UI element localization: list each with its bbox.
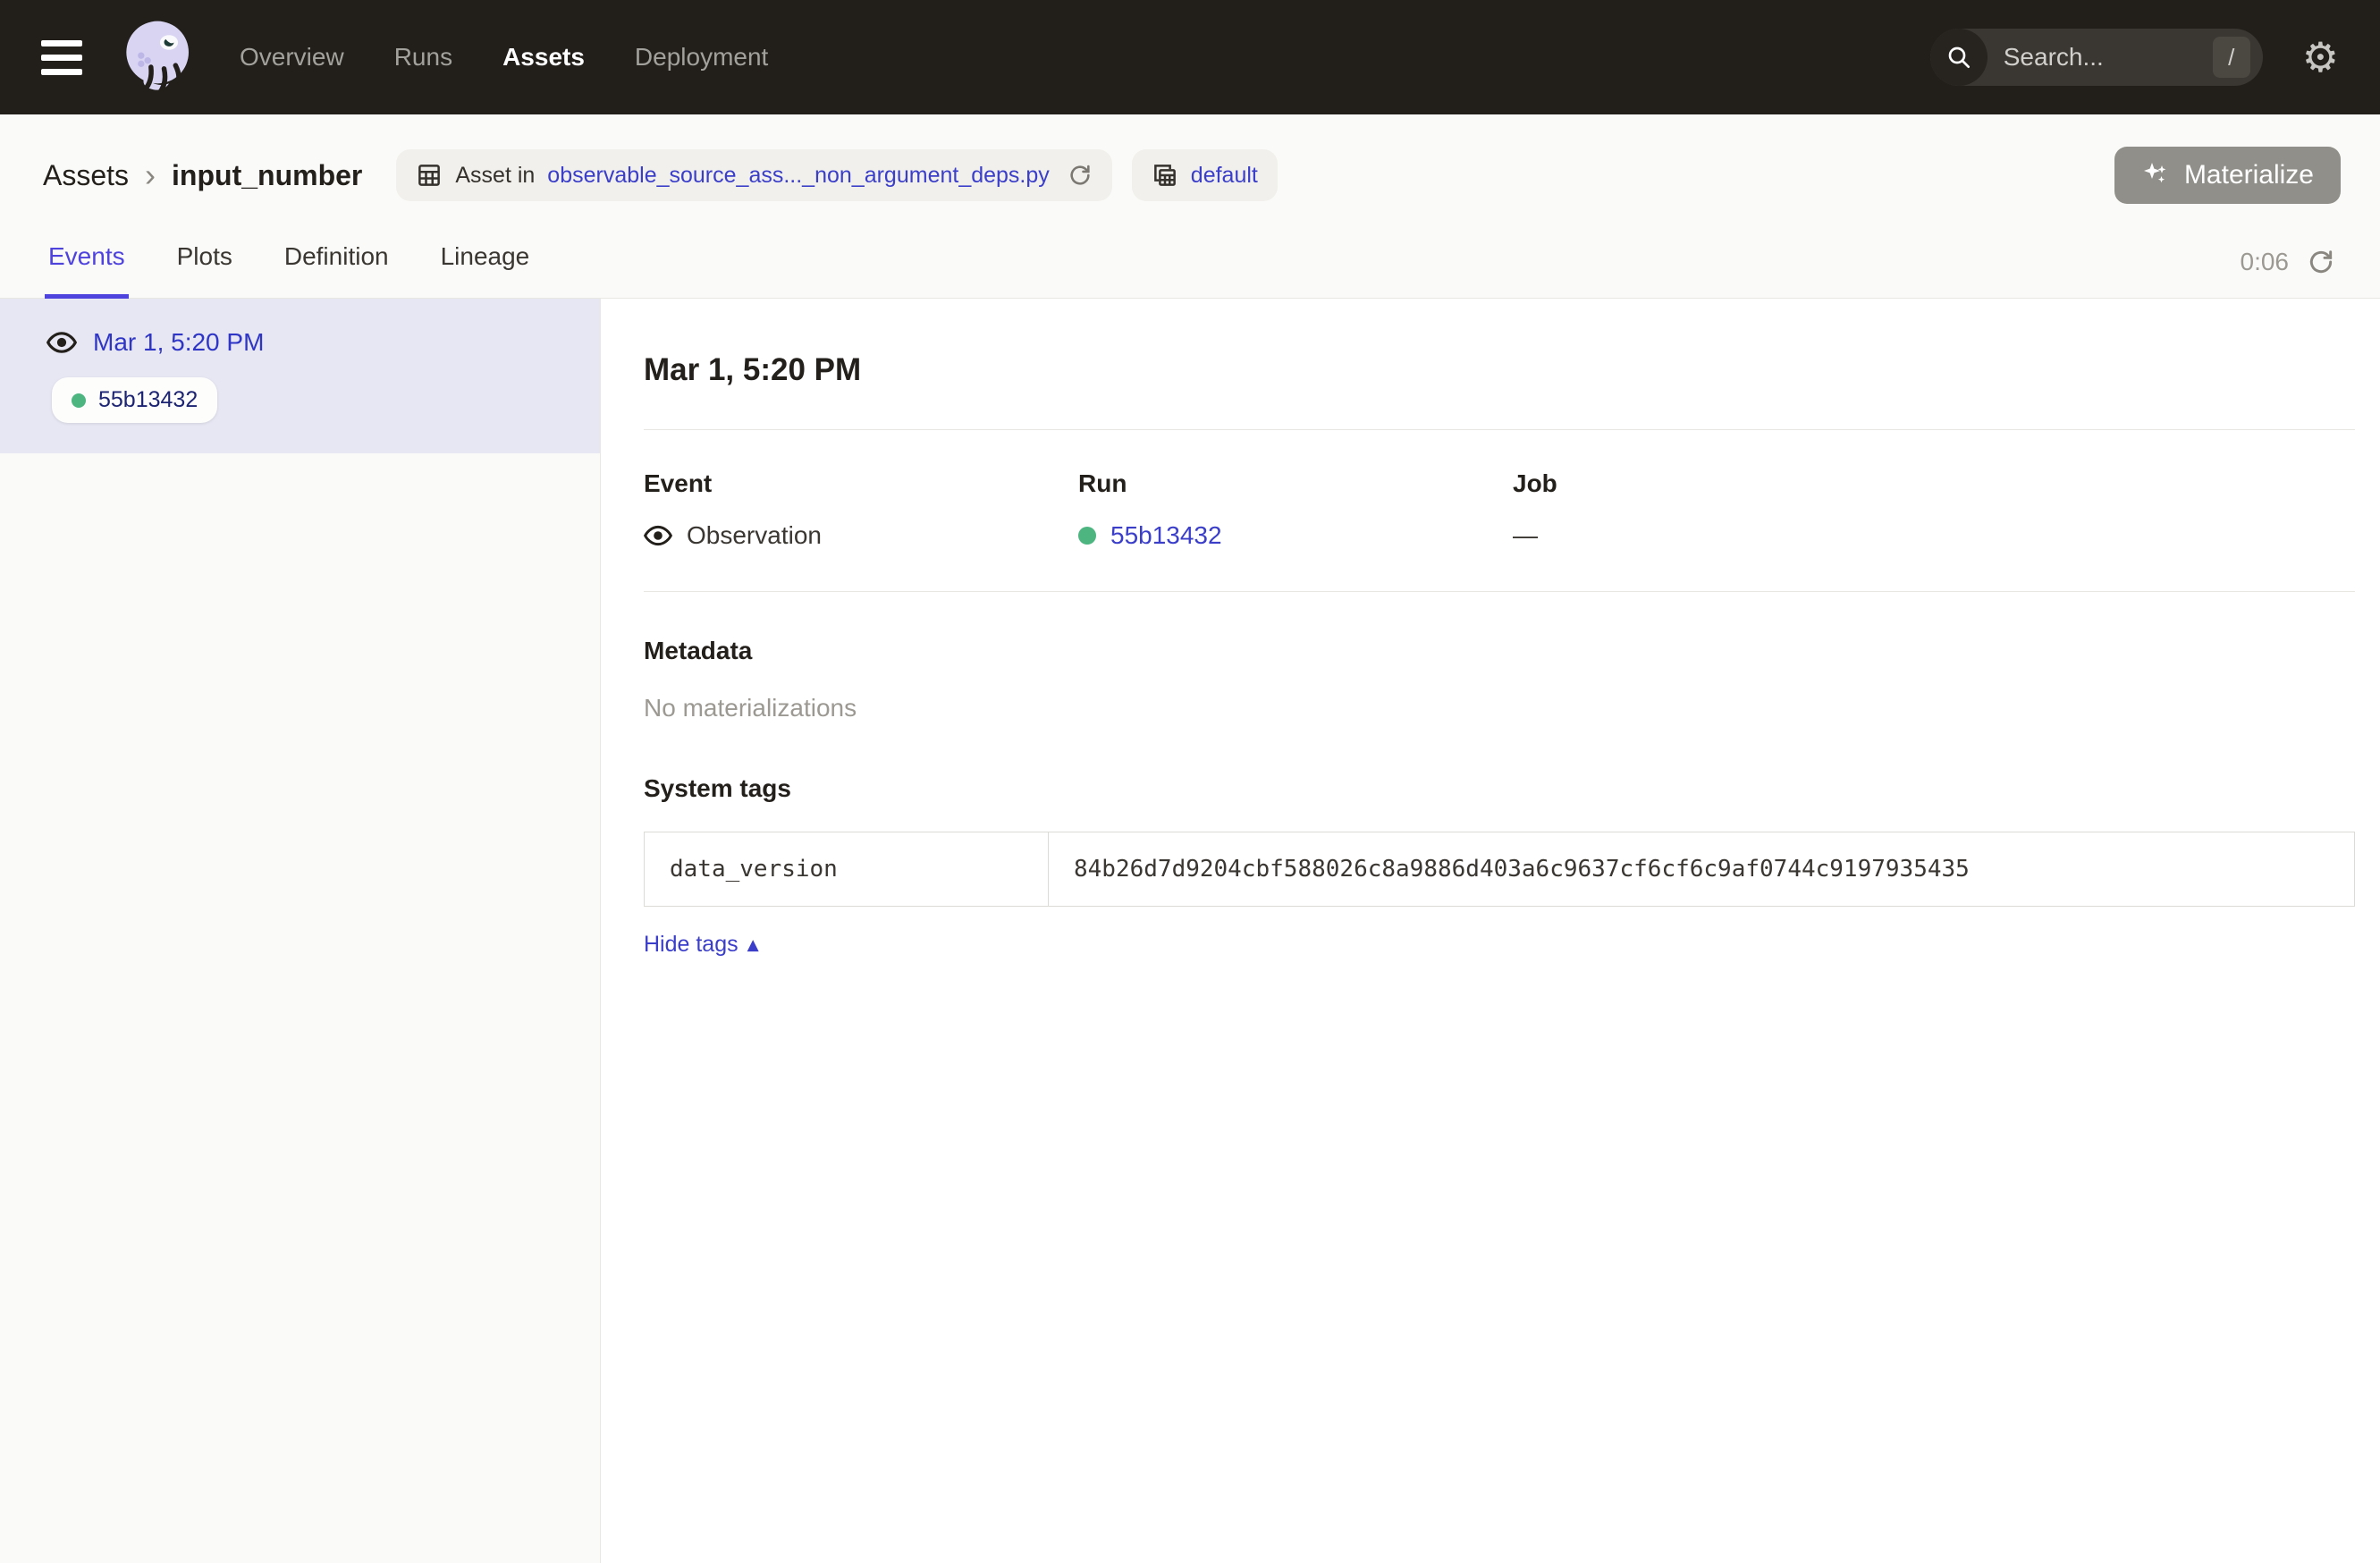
dagster-app: Overview Runs Assets Deployment / ⚙ Asse… — [0, 0, 2380, 1563]
event-label: Event — [644, 469, 1078, 498]
top-nav-bar: Overview Runs Assets Deployment / ⚙ — [0, 0, 2380, 114]
event-list-sidebar: Mar 1, 5:20 PM 55b13432 — [0, 299, 601, 1563]
event-timestamp-link[interactable]: Mar 1, 5:20 PM — [93, 328, 264, 357]
fact-event: Event Observation — [644, 469, 1078, 550]
run-id-label: 55b13432 — [98, 387, 198, 413]
tag-value-cell: 84b26d7d9204cbf588026c8a9886d403a6c9637c… — [1049, 832, 2355, 907]
reload-location-icon[interactable] — [1068, 163, 1093, 188]
caret-up-icon: ▲ — [747, 936, 759, 954]
divider — [644, 591, 2355, 592]
observation-eye-icon — [644, 521, 672, 550]
event-detail-panel: Mar 1, 5:20 PM Event Observation — [601, 299, 2380, 1563]
breadcrumb-asset-name: input_number — [172, 159, 362, 192]
run-status-dot — [72, 393, 86, 408]
fact-run: Run 55b13432 — [1078, 469, 1513, 550]
run-status-dot — [1078, 527, 1096, 545]
search-shortcut-key: / — [2213, 37, 2250, 78]
nav-item-runs[interactable]: Runs — [394, 43, 452, 72]
refresh-countdown: 0:06 — [2241, 248, 2290, 276]
divider — [644, 429, 2355, 430]
gear-icon[interactable]: ⚙ — [2302, 37, 2339, 78]
search-icon — [1930, 29, 1988, 86]
metadata-heading: Metadata — [644, 637, 2355, 665]
job-label: Job — [1513, 469, 2355, 498]
tab-plots[interactable]: Plots — [173, 242, 236, 299]
refresh-icon[interactable] — [2307, 248, 2335, 276]
code-location-link[interactable]: observable_source_ass..._non_argument_de… — [547, 163, 1050, 189]
run-label: Run — [1078, 469, 1513, 498]
run-id-badge[interactable]: 55b13432 — [52, 377, 217, 423]
nav-item-deployment[interactable]: Deployment — [635, 43, 768, 72]
asset-header: Assets › input_number Asset in observabl… — [0, 114, 2380, 204]
hide-tags-label: Hide tags — [644, 932, 738, 958]
asset-grid-icon — [416, 162, 443, 189]
asset-location-pill: Asset in observable_source_ass..._non_ar… — [396, 149, 1111, 201]
search-input[interactable] — [1988, 43, 2213, 72]
refresh-zone: 0:06 — [2241, 248, 2336, 298]
asset-tabs: Events Plots Definition Lineage 0:06 — [0, 222, 2380, 299]
sparkle-icon — [2141, 160, 2172, 190]
fact-job: Job — — [1513, 469, 2355, 550]
nav-item-overview[interactable]: Overview — [240, 43, 344, 72]
event-facts: Event Observation Run — [644, 469, 2355, 550]
system-tags-heading: System tags — [644, 774, 2355, 803]
observation-eye-icon — [46, 327, 77, 358]
global-search[interactable]: / — [1930, 29, 2263, 86]
materialize-label: Materialize — [2184, 160, 2314, 190]
job-empty-value: — — [1513, 521, 1538, 550]
metadata-empty-text: No materializations — [644, 694, 2355, 722]
repo-default-link[interactable]: default — [1191, 163, 1258, 189]
tab-events[interactable]: Events — [45, 242, 129, 299]
system-tags-table: data_version 84b26d7d9204cbf588026c8a988… — [644, 832, 2355, 907]
materialize-button[interactable]: Materialize — [2114, 147, 2341, 204]
breadcrumb-assets-link[interactable]: Assets — [43, 159, 129, 192]
nav-item-assets[interactable]: Assets — [502, 43, 585, 72]
dagster-logo-icon[interactable] — [120, 18, 198, 97]
hide-tags-link[interactable]: Hide tags ▲ — [644, 932, 759, 958]
repo-tag-pill: default — [1132, 149, 1278, 201]
tab-definition[interactable]: Definition — [281, 242, 392, 299]
primary-nav: Overview Runs Assets Deployment — [240, 43, 768, 72]
event-detail-title: Mar 1, 5:20 PM — [644, 352, 2355, 388]
table-row: data_version 84b26d7d9204cbf588026c8a988… — [645, 832, 2355, 907]
event-list-item-selected[interactable]: Mar 1, 5:20 PM 55b13432 — [0, 299, 600, 453]
event-type-value: Observation — [687, 521, 822, 550]
chevron-right-icon: › — [145, 159, 156, 191]
content-area: Mar 1, 5:20 PM 55b13432 Mar 1, 5:20 PM E… — [0, 299, 2380, 1563]
tag-key-cell: data_version — [645, 832, 1049, 907]
repo-layers-icon — [1152, 162, 1178, 189]
hamburger-menu-icon[interactable] — [41, 40, 82, 75]
asset-location-prefix: Asset in — [455, 163, 535, 189]
tab-lineage[interactable]: Lineage — [437, 242, 534, 299]
run-id-link[interactable]: 55b13432 — [1110, 521, 1222, 550]
